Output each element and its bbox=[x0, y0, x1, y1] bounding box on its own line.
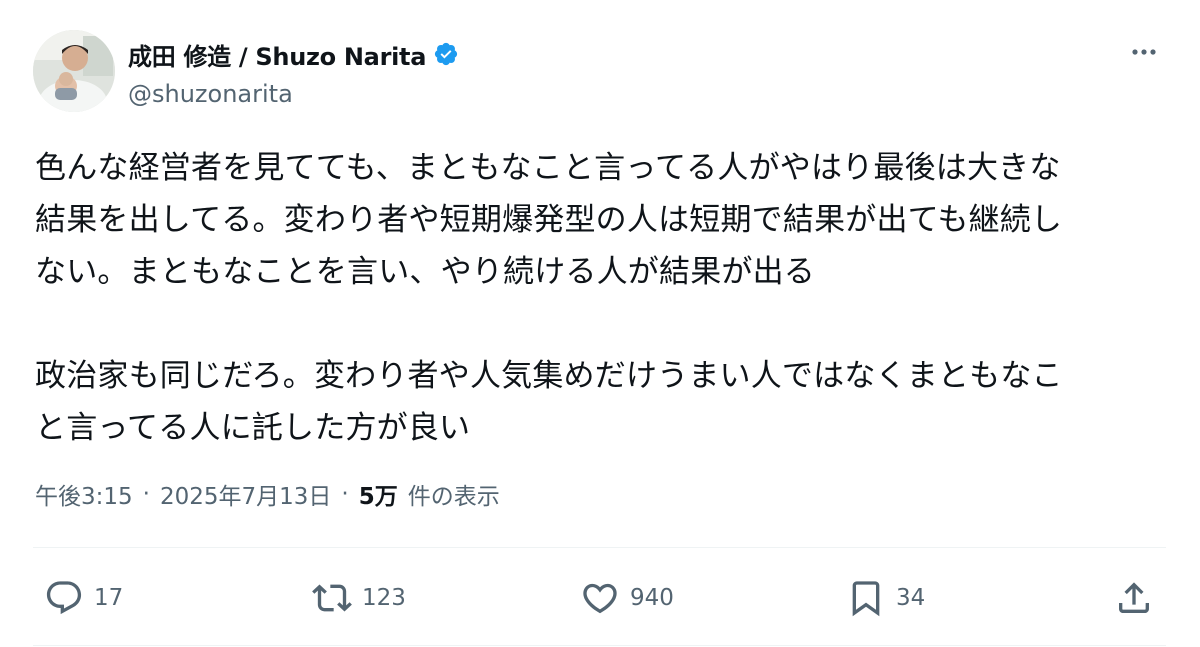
divider bbox=[33, 645, 1166, 646]
verified-badge-icon[interactable] bbox=[433, 41, 459, 67]
meta-separator: · bbox=[341, 481, 349, 507]
author-display-name[interactable]: 成田 修造 / Shuzo Narita bbox=[128, 37, 426, 72]
tweet: 成田 修造 / Shuzo Narita @shuzonarita 色んな経営者… bbox=[0, 0, 1200, 647]
tweet-meta: 午後3:15 · 2025年7月13日 · 5万 件の表示 bbox=[35, 474, 500, 514]
tweet-time[interactable]: 午後3:15 bbox=[35, 477, 133, 511]
bookmark-count: 34 bbox=[896, 585, 926, 611]
avatar[interactable] bbox=[33, 30, 115, 112]
tweet-text: 色んな経営者を見てても、まともなこと言ってる人がやはり最後は大きな 結果を出して… bbox=[35, 150, 1063, 446]
like-button[interactable]: 940 bbox=[580, 572, 674, 624]
bookmark-icon bbox=[852, 581, 880, 617]
reply-count: 17 bbox=[94, 585, 124, 611]
retweet-button[interactable]: 123 bbox=[312, 572, 406, 624]
more-horizontal-icon bbox=[1132, 49, 1156, 55]
author-handle[interactable]: @shuzonarita bbox=[128, 80, 293, 108]
retweet-icon bbox=[312, 584, 352, 612]
divider bbox=[33, 547, 1166, 548]
share-button[interactable] bbox=[1114, 572, 1154, 624]
like-count: 940 bbox=[630, 585, 674, 611]
reply-button[interactable]: 17 bbox=[44, 572, 123, 624]
views-label: 件の表示 bbox=[407, 484, 500, 510]
tweet-date[interactable]: 2025年7月13日 bbox=[160, 477, 331, 511]
bookmark-button[interactable]: 34 bbox=[846, 572, 925, 624]
author-name-row: 成田 修造 / Shuzo Narita bbox=[128, 36, 459, 72]
views-count: 5万 bbox=[358, 484, 398, 510]
meta-separator: · bbox=[142, 481, 150, 507]
share-icon bbox=[1119, 582, 1149, 613]
more-options-button[interactable] bbox=[1124, 38, 1164, 66]
heart-icon bbox=[583, 583, 617, 614]
reply-icon bbox=[46, 581, 82, 615]
retweet-count: 123 bbox=[362, 585, 406, 611]
action-bar: 17 123 940 34 bbox=[0, 572, 1200, 624]
